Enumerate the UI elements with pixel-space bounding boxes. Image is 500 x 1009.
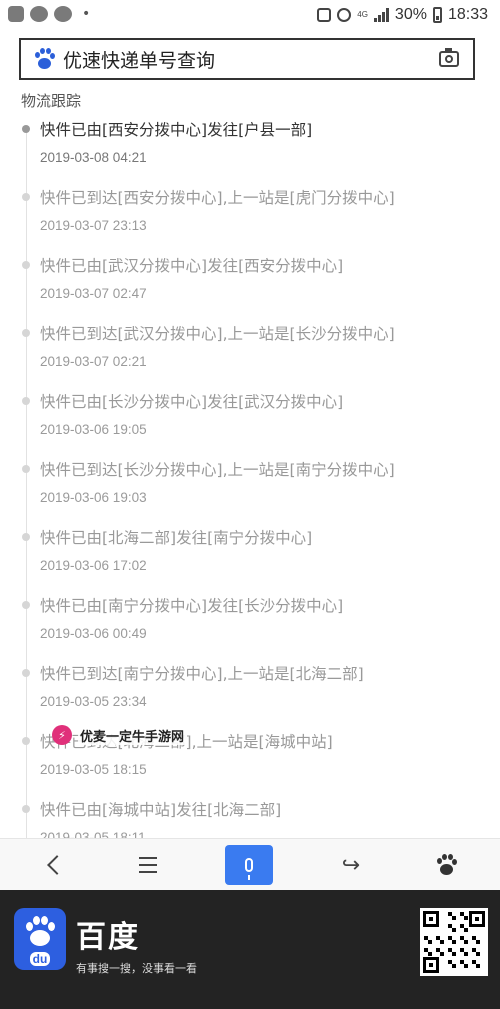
app-notification-icon xyxy=(8,6,24,22)
search-input[interactable]: 优速快递单号查询 xyxy=(63,46,215,73)
notification-icons: • xyxy=(8,6,90,22)
section-title: 物流跟踪 xyxy=(21,92,82,110)
wechat-icon xyxy=(54,6,72,22)
event-time: 2019-03-05 18:11 xyxy=(40,830,146,838)
watermark: ⚡ 优麦一定牛手游网 xyxy=(52,725,187,745)
event-description: 快件已到达[长沙分拨中心],上一站是[南宁分拨中心] xyxy=(40,461,395,479)
timeline-event: 快件已由[西安分拨中心]发往[户县一部] 2019-03-08 04:21 xyxy=(0,112,500,180)
qr-code xyxy=(420,908,488,976)
timeline-event: 快件已由[北海二部]发往[南宁分拨中心] 2019-03-06 17:02 xyxy=(0,520,500,588)
timeline-dot-icon xyxy=(22,737,30,745)
timeline-event: 快件已到达[长沙分拨中心],上一站是[南宁分拨中心] 2019-03-06 19:… xyxy=(0,452,500,520)
alarm-icon xyxy=(337,8,352,22)
event-time: 2019-03-06 19:05 xyxy=(40,422,147,437)
share-icon: ↪ xyxy=(341,852,361,878)
event-time: 2019-03-05 18:15 xyxy=(40,762,147,777)
timeline-event: 快件已由[武汉分拨中心]发往[西安分拨中心] 2019-03-07 02:47 xyxy=(0,248,500,316)
event-description: 快件已由[西安分拨中心]发往[户县一部] xyxy=(40,121,313,139)
timeline-event: 快件已由[南宁分拨中心]发往[长沙分拨中心] 2019-03-06 00:49 xyxy=(0,588,500,656)
brand-slogan: 有事搜一搜，没事看一看 xyxy=(76,962,197,975)
event-time: 2019-03-07 02:47 xyxy=(40,286,147,301)
timeline-dot-icon xyxy=(22,125,30,133)
back-button[interactable] xyxy=(24,839,84,891)
battery-icon xyxy=(432,7,442,23)
nfc-icon xyxy=(317,8,332,22)
timeline-dot-icon xyxy=(22,193,30,201)
clock: 18:33 xyxy=(447,6,488,23)
event-time: 2019-03-07 23:13 xyxy=(40,218,147,233)
baidu-paw-icon xyxy=(33,48,55,70)
watermark-text: 优麦一定牛手游网 xyxy=(78,725,187,745)
timeline-dot-icon xyxy=(22,261,30,269)
event-time: 2019-03-06 19:03 xyxy=(40,490,147,505)
event-time: 2019-03-07 02:21 xyxy=(40,354,147,369)
app-icon-label: du xyxy=(14,952,66,966)
event-description: 快件已由[北海二部]发往[南宁分拨中心] xyxy=(40,529,313,547)
timeline-event: 快件已由[海城中站]发往[北海二部] 2019-03-05 18:11 xyxy=(0,792,500,838)
baidu-app-icon: du xyxy=(14,908,66,970)
timeline-event: 快件已到达[西安分拨中心],上一站是[虎门分拨中心] 2019-03-07 23:… xyxy=(0,180,500,248)
timeline-event: 快件已由[长沙分拨中心]发往[武汉分拨中心] 2019-03-06 19:05 xyxy=(0,384,500,452)
baidu-home-button[interactable] xyxy=(416,839,476,891)
event-time: 2019-03-05 23:34 xyxy=(40,694,147,709)
timeline-dot-icon xyxy=(22,397,30,405)
timeline-event: 快件已到达[南宁分拨中心],上一站是[北海二部] 2019-03-05 23:34 xyxy=(0,656,500,724)
event-description: 快件已到达[武汉分拨中心],上一站是[长沙分拨中心] xyxy=(40,325,395,343)
event-time: 2019-03-06 17:02 xyxy=(40,558,147,573)
voice-search-button[interactable] xyxy=(219,839,279,891)
event-time: 2019-03-06 00:49 xyxy=(40,626,147,641)
share-button[interactable]: ↪ xyxy=(321,839,381,891)
event-description: 快件已到达[南宁分拨中心],上一站是[北海二部] xyxy=(40,665,364,683)
status-bar: • 4G 30% 18:33 xyxy=(0,0,500,32)
bottom-nav: ↪ xyxy=(0,838,500,890)
event-description: 快件已由[南宁分拨中心]发往[长沙分拨中心] xyxy=(40,597,344,615)
baidu-banner: du 百度 有事搜一搜，没事看一看 xyxy=(0,890,500,1009)
system-indicators: 4G 30% 18:33 xyxy=(317,6,488,24)
event-description: 快件已由[武汉分拨中心]发往[西安分拨中心] xyxy=(40,257,344,275)
timeline-dot-icon xyxy=(22,669,30,677)
timeline-dot-icon xyxy=(22,601,30,609)
timeline-dot-icon xyxy=(22,465,30,473)
baidu-paw-icon xyxy=(435,854,457,876)
voice-search-icon xyxy=(225,845,273,885)
timeline-dot-icon xyxy=(22,805,30,813)
camera-icon[interactable] xyxy=(439,48,459,67)
event-description: 快件已由[长沙分拨中心]发往[武汉分拨中心] xyxy=(40,393,344,411)
timeline-event: 快件已到达[武汉分拨中心],上一站是[长沙分拨中心] 2019-03-07 02:… xyxy=(0,316,500,384)
event-description: 快件已由[海城中站]发往[北海二部] xyxy=(40,801,282,819)
event-time: 2019-03-08 04:21 xyxy=(40,150,147,165)
battery-percent: 30% xyxy=(394,6,427,23)
more-notifications-icon: • xyxy=(82,6,91,22)
search-bar[interactable]: 优速快递单号查询 xyxy=(19,38,475,80)
signal-icon xyxy=(373,8,389,22)
watermark-logo-icon: ⚡ xyxy=(52,725,72,745)
baidu-paw-icon xyxy=(24,916,56,950)
menu-button[interactable] xyxy=(118,839,178,891)
menu-icon xyxy=(139,857,157,873)
microphone-icon xyxy=(245,858,253,880)
network-type: 4G xyxy=(357,10,368,19)
brand-name: 百度 xyxy=(76,920,140,955)
back-icon xyxy=(47,855,67,875)
timeline-dot-icon xyxy=(22,533,30,541)
event-description: 快件已到达[西安分拨中心],上一站是[虎门分拨中心] xyxy=(40,189,395,207)
timeline-dot-icon xyxy=(22,329,30,337)
wechat-icon xyxy=(30,6,48,22)
